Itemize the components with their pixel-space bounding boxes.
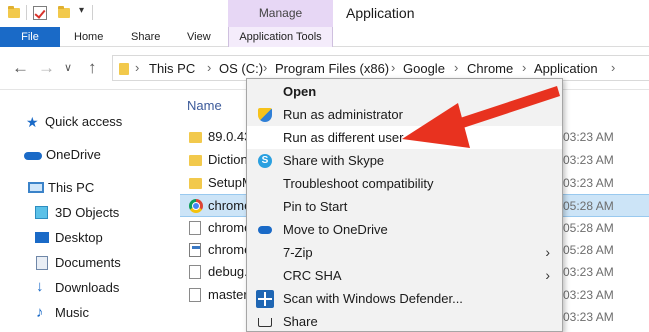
quick-access-dropdown-icon[interactable]: ▾: [79, 5, 84, 16]
context-menu: Open Run as administrator Run as differe…: [246, 78, 563, 332]
menu-item-share[interactable]: Share: [247, 310, 562, 332]
breadcrumb-this-pc[interactable]: This PC: [149, 61, 195, 76]
tab-home[interactable]: Home: [74, 27, 103, 47]
desktop-icon: [35, 232, 49, 243]
ribbon-tabs: File Home Share View Application Tools: [0, 27, 649, 47]
divider: [92, 5, 93, 20]
skype-icon: S: [258, 154, 272, 168]
column-header-name[interactable]: Name: [187, 98, 222, 113]
shield-icon: [258, 108, 272, 122]
menu-item-share-with-skype[interactable]: S Share with Skype: [247, 149, 562, 172]
submenu-chevron-icon: ›: [545, 244, 550, 260]
menu-item-scan-with-windows-defender[interactable]: Scan with Windows Defender...: [247, 287, 562, 310]
divider: [26, 5, 27, 20]
file-icon: [189, 221, 201, 235]
back-arrow-icon[interactable]: ←: [12, 58, 29, 78]
breadcrumb-google[interactable]: Google: [403, 61, 445, 76]
computer-icon: [28, 182, 44, 193]
tab-application-tools[interactable]: Application Tools: [228, 27, 333, 47]
menu-item-7zip[interactable]: 7-Zip ›: [247, 241, 562, 264]
breadcrumb-separator[interactable]: ›: [207, 60, 211, 75]
folder-icon: [119, 63, 129, 75]
share-icon: [258, 318, 272, 327]
tab-file[interactable]: File: [0, 27, 60, 47]
breadcrumb-separator[interactable]: ›: [454, 60, 458, 75]
documents-icon: [36, 256, 48, 270]
submenu-chevron-icon: ›: [545, 267, 550, 283]
up-arrow-icon[interactable]: ↑: [88, 58, 97, 78]
chrome-icon: [189, 199, 203, 213]
cube-icon: [35, 206, 48, 219]
menu-item-troubleshoot-compatibility[interactable]: Troubleshoot compatibility: [247, 172, 562, 195]
star-icon: ★: [26, 114, 39, 130]
onedrive-icon: [258, 226, 272, 234]
menu-item-pin-to-start[interactable]: Pin to Start: [247, 195, 562, 218]
menu-item-crc-sha[interactable]: CRC SHA ›: [247, 264, 562, 287]
breadcrumb-os-c[interactable]: OS (C:): [219, 61, 263, 76]
menu-item-run-as-administrator[interactable]: Run as administrator: [247, 103, 562, 126]
folder-icon: [189, 132, 202, 143]
title-bar: ▾ Manage Application: [0, 0, 649, 27]
breadcrumb-separator[interactable]: ›: [135, 60, 139, 75]
tab-view[interactable]: View: [187, 27, 211, 47]
breadcrumb-separator[interactable]: ›: [391, 60, 395, 75]
breadcrumb-chrome[interactable]: Chrome: [467, 61, 513, 76]
new-folder-icon[interactable]: [58, 6, 70, 18]
music-icon: ♪: [36, 304, 44, 321]
menu-item-open[interactable]: Open: [247, 80, 562, 103]
app-icon: [189, 243, 201, 257]
recent-locations-chevron-icon[interactable]: ∨: [64, 61, 72, 74]
menu-item-run-as-different-user[interactable]: Run as different user: [247, 126, 562, 149]
forward-arrow-icon[interactable]: →: [38, 58, 55, 78]
breadcrumb-program-files[interactable]: Program Files (x86): [275, 61, 389, 76]
properties-check-icon[interactable]: [33, 6, 47, 20]
menu-item-move-to-onedrive[interactable]: Move to OneDrive: [247, 218, 562, 241]
folder-icon: [189, 178, 202, 189]
tab-share[interactable]: Share: [131, 27, 160, 47]
defender-icon: [256, 290, 274, 308]
cloud-icon: [24, 152, 42, 160]
file-icon: [189, 288, 201, 302]
download-icon: ↓: [36, 278, 44, 295]
breadcrumb-separator[interactable]: ›: [611, 60, 615, 75]
breadcrumb-separator[interactable]: ›: [522, 60, 526, 75]
folder-icon: [189, 155, 202, 166]
breadcrumb-separator[interactable]: ›: [263, 60, 267, 75]
folder-icon[interactable]: [8, 6, 20, 18]
navigation-pane: ★ Quick access OneDrive This PC 3D Objec…: [0, 90, 180, 332]
tab-manage[interactable]: Manage: [228, 0, 333, 27]
breadcrumb-application[interactable]: Application: [534, 61, 598, 76]
window-title: Application: [346, 5, 415, 21]
file-icon: [189, 265, 201, 279]
